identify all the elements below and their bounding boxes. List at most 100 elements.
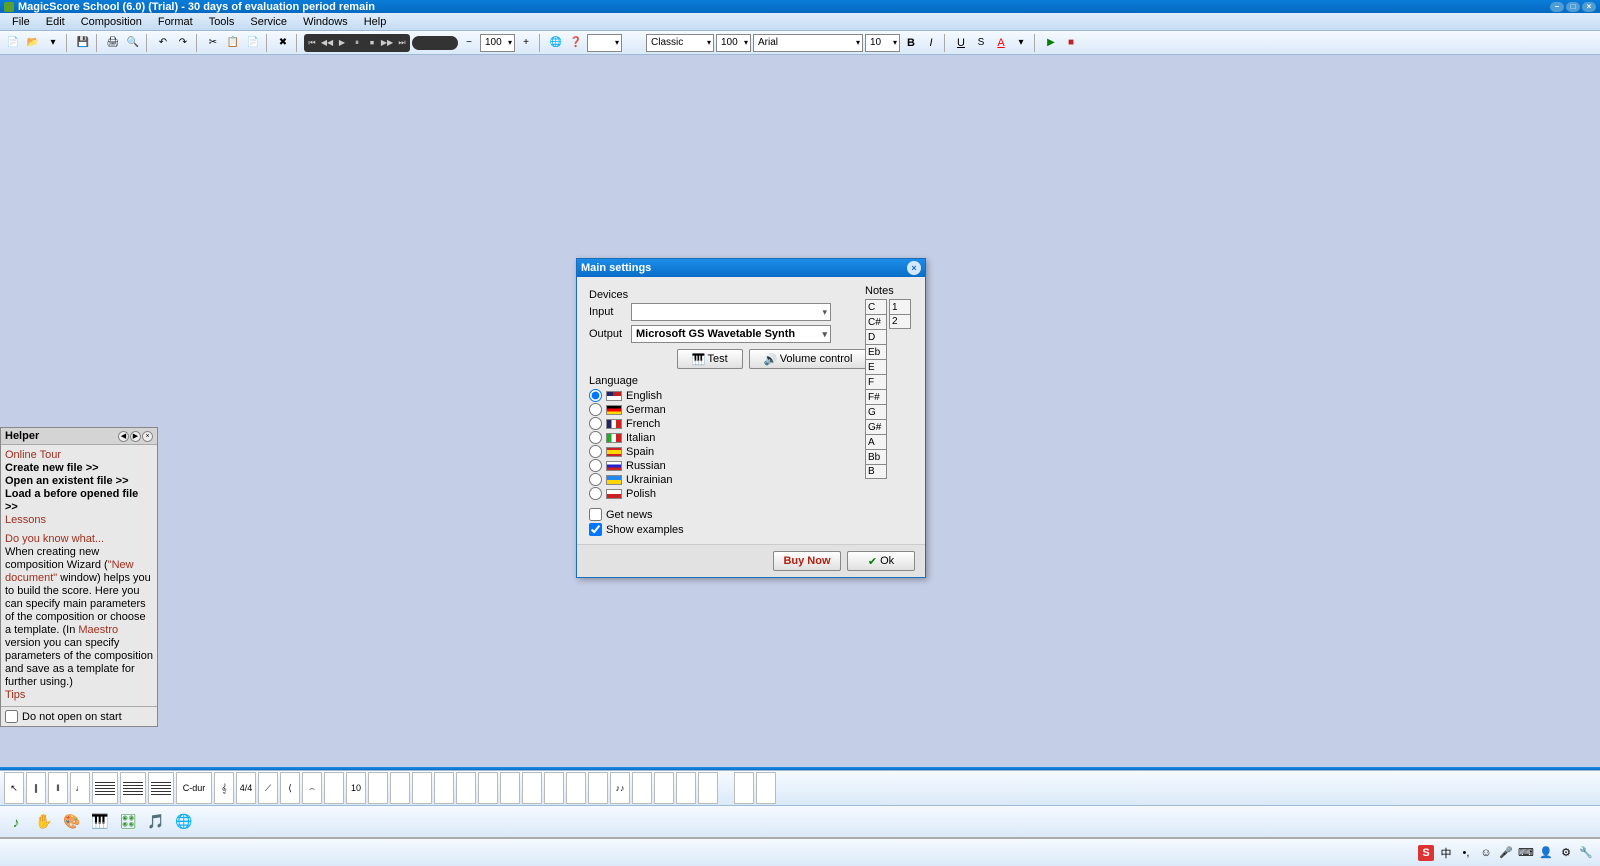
output-combo[interactable]: Microsoft GS Wavetable Synth [631,325,831,343]
tool-11[interactable] [456,772,476,804]
clef-icon[interactable]: 𝄞 [214,772,234,804]
skip-back-icon[interactable]: ⏮ [305,35,319,51]
note-e[interactable]: E [865,359,887,374]
tool-19[interactable] [632,772,652,804]
paste-icon[interactable]: 📄 [244,34,262,52]
dialog-close-icon[interactable]: × [907,261,921,275]
redo-icon[interactable]: ↷ [174,34,192,52]
tool-18[interactable]: ♪♪ [610,772,630,804]
stop-icon[interactable]: ⏹ [365,35,379,51]
punct-icon[interactable]: •, [1458,845,1474,861]
new-icon[interactable]: 📄 [4,34,22,52]
save-icon[interactable]: 💾 [74,34,92,52]
music-file-icon[interactable]: 🎵 [144,810,168,834]
tips-link[interactable]: Tips [5,689,153,702]
style-dropdown[interactable]: Classic [646,34,714,52]
staff-icon-3[interactable] [148,772,174,804]
user-tray-icon[interactable]: 👤 [1538,845,1554,861]
open-existent-link[interactable]: Open an existent file >> [5,475,153,488]
plus-icon[interactable]: + [517,34,535,52]
help-dropdown[interactable] [587,34,622,52]
note-icon[interactable]: ♪ [4,810,28,834]
font-dropdown[interactable]: Arial [753,34,863,52]
get-news-checkbox[interactable]: Get news [589,508,913,521]
menu-tools[interactable]: Tools [201,16,243,28]
tool-16[interactable] [566,772,586,804]
maximize-button[interactable]: □ [1566,2,1580,12]
tool-13[interactable] [500,772,520,804]
pause-icon[interactable]: ⏸ [350,35,364,51]
tool-22[interactable] [698,772,718,804]
stop-red-icon[interactable]: ■ [1062,34,1080,52]
play-icon[interactable]: ▶ [335,35,349,51]
note-gs[interactable]: G# [865,419,887,434]
chevron-down-icon[interactable]: ▾ [44,34,62,52]
keyboard-tray-icon[interactable]: ⌨ [1518,845,1534,861]
menu-file[interactable]: File [4,16,38,28]
delete-icon[interactable]: ✖ [274,34,292,52]
dynamic-icon[interactable]: ⟋ [258,772,278,804]
tool-5[interactable] [324,772,344,804]
load-before-link[interactable]: Load a before opened file >> [5,488,153,514]
helper-back-icon[interactable]: ◀ [118,431,129,442]
hand-tool-icon[interactable]: ✋ [32,810,56,834]
notenum-1[interactable]: 1 [889,299,911,314]
menu-windows[interactable]: Windows [295,16,356,28]
note-cs[interactable]: C# [865,314,887,329]
keyboard-icon[interactable]: 🎹 [88,810,112,834]
emoji-icon[interactable]: ☺ [1478,845,1494,861]
staff-icon[interactable] [92,772,118,804]
tool-10[interactable] [434,772,454,804]
italic-icon[interactable]: I [922,34,940,52]
tool-14[interactable] [522,772,542,804]
mic-icon[interactable]: 🎤 [1498,845,1514,861]
underline-icon[interactable]: U [952,34,970,52]
barline-icon[interactable]: ∥ [26,772,46,804]
dialog-header[interactable]: Main settings × [577,259,925,277]
zoom-dropdown[interactable]: 100 [716,34,751,52]
ok-button[interactable]: ✔Ok [847,551,915,571]
tool-15[interactable] [544,772,564,804]
play-green-icon[interactable]: ▶ [1042,34,1060,52]
skip-fwd-icon[interactable]: ⏭ [395,35,409,51]
note-g[interactable]: G [865,404,887,419]
slur-icon[interactable]: ⌢ [302,772,322,804]
online-tour-link[interactable]: Online Tour [5,449,153,462]
tool-20[interactable] [654,772,674,804]
tool-8[interactable] [390,772,410,804]
show-examples-checkbox[interactable]: Show examples [589,523,913,536]
tool-23[interactable] [734,772,754,804]
print-preview-icon[interactable]: 🔍 [124,34,142,52]
lessons-link[interactable]: Lessons [5,514,153,527]
wrench-icon[interactable]: 🔧 [1578,845,1594,861]
cursor-tool-icon[interactable]: ↖ [4,772,24,804]
open-icon[interactable]: 📂 [24,34,42,52]
menu-help[interactable]: Help [356,16,395,28]
ime-icon[interactable]: S [1418,845,1434,861]
cut-icon[interactable]: ✂ [204,34,222,52]
helper-fwd-icon[interactable]: ▶ [130,431,141,442]
buy-now-button[interactable]: Buy Now [773,551,841,571]
minus-icon[interactable]: − [460,34,478,52]
tempo-value[interactable]: 100 [480,34,515,52]
tool-7[interactable] [368,772,388,804]
barline2-icon[interactable]: ‖ [48,772,68,804]
tool-21[interactable] [676,772,696,804]
close-button[interactable]: × [1582,2,1596,12]
lang-polish[interactable]: Polish [589,487,913,500]
settings-tray-icon[interactable]: ⚙ [1558,845,1574,861]
fontsize-dropdown[interactable]: 10 [865,34,900,52]
rewind-icon[interactable]: ◀◀ [320,35,334,51]
menu-composition[interactable]: Composition [73,16,150,28]
forward-icon[interactable]: ▶▶ [380,35,394,51]
notenum-2[interactable]: 2 [889,314,911,329]
bold-icon[interactable]: B [902,34,920,52]
tool-24[interactable] [756,772,776,804]
note-a[interactable]: A [865,434,887,449]
fontcolor-icon[interactable]: A [992,34,1010,52]
cresc-icon[interactable]: ⟨ [280,772,300,804]
menu-edit[interactable]: Edit [38,16,73,28]
strike-icon[interactable]: S [972,34,990,52]
note-bb[interactable]: Bb [865,449,887,464]
minimize-button[interactable]: – [1550,2,1564,12]
